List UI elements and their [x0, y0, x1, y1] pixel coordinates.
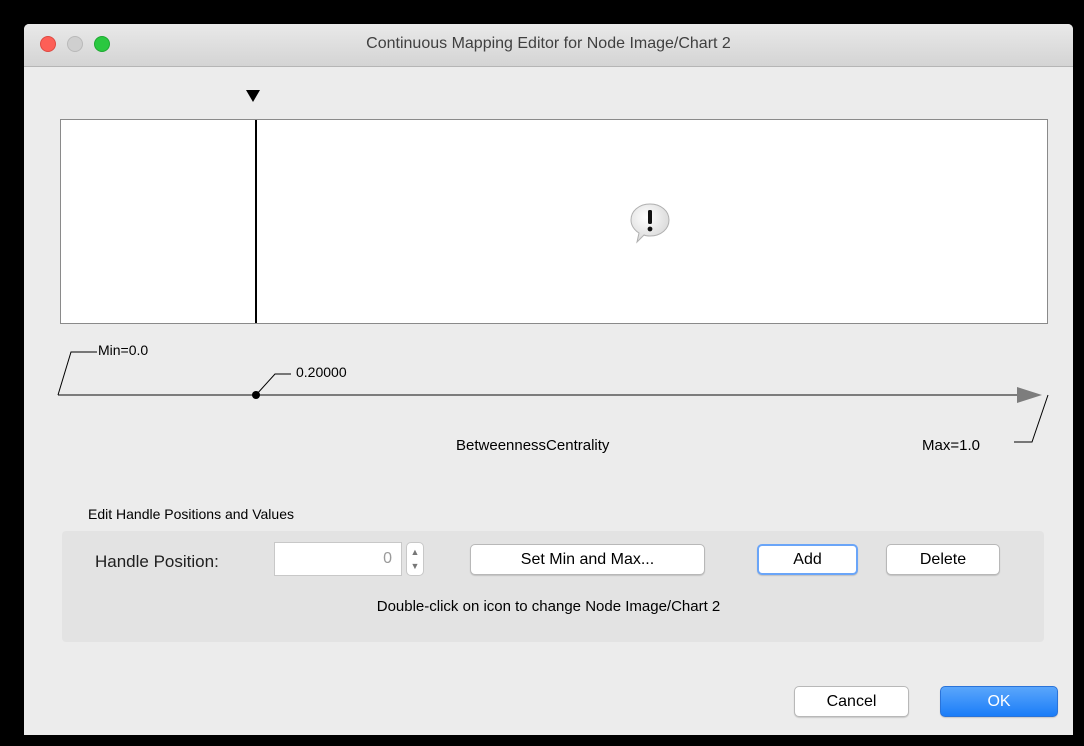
mapping-canvas[interactable]	[60, 119, 1048, 324]
handle-value-label: 0.20000	[296, 364, 347, 380]
add-handle-button[interactable]: Add	[757, 544, 858, 575]
title-bar[interactable]: Continuous Mapping Editor for Node Image…	[24, 24, 1073, 67]
handle-position-stepper[interactable]: ▲ ▼	[406, 542, 424, 576]
edit-section-title: Edit Handle Positions and Values	[88, 506, 294, 522]
ok-button[interactable]: OK	[940, 686, 1058, 717]
handle-triangle-icon[interactable]	[246, 90, 260, 102]
warning-bubble-icon[interactable]	[627, 201, 673, 245]
handle-line[interactable]	[255, 120, 257, 323]
mapping-editor-window: Continuous Mapping Editor for Node Image…	[24, 24, 1073, 735]
attribute-label: BetweennessCentrality	[456, 437, 610, 454]
stepper-up-icon[interactable]: ▲	[407, 545, 423, 559]
handle-position-field[interactable]: 0	[274, 542, 402, 576]
cancel-button[interactable]: Cancel	[794, 686, 909, 717]
min-label: Min=0.0	[98, 342, 149, 358]
hint-text: Double-click on icon to change Node Imag…	[376, 598, 721, 615]
set-min-max-button[interactable]: Set Min and Max...	[470, 544, 705, 575]
window-title: Continuous Mapping Editor for Node Image…	[366, 35, 731, 52]
handle-position-label: Handle Position:	[95, 552, 219, 571]
max-label: Max=1.0	[922, 437, 980, 454]
stepper-down-icon[interactable]: ▼	[407, 559, 423, 573]
delete-handle-button[interactable]: Delete	[886, 544, 1000, 575]
